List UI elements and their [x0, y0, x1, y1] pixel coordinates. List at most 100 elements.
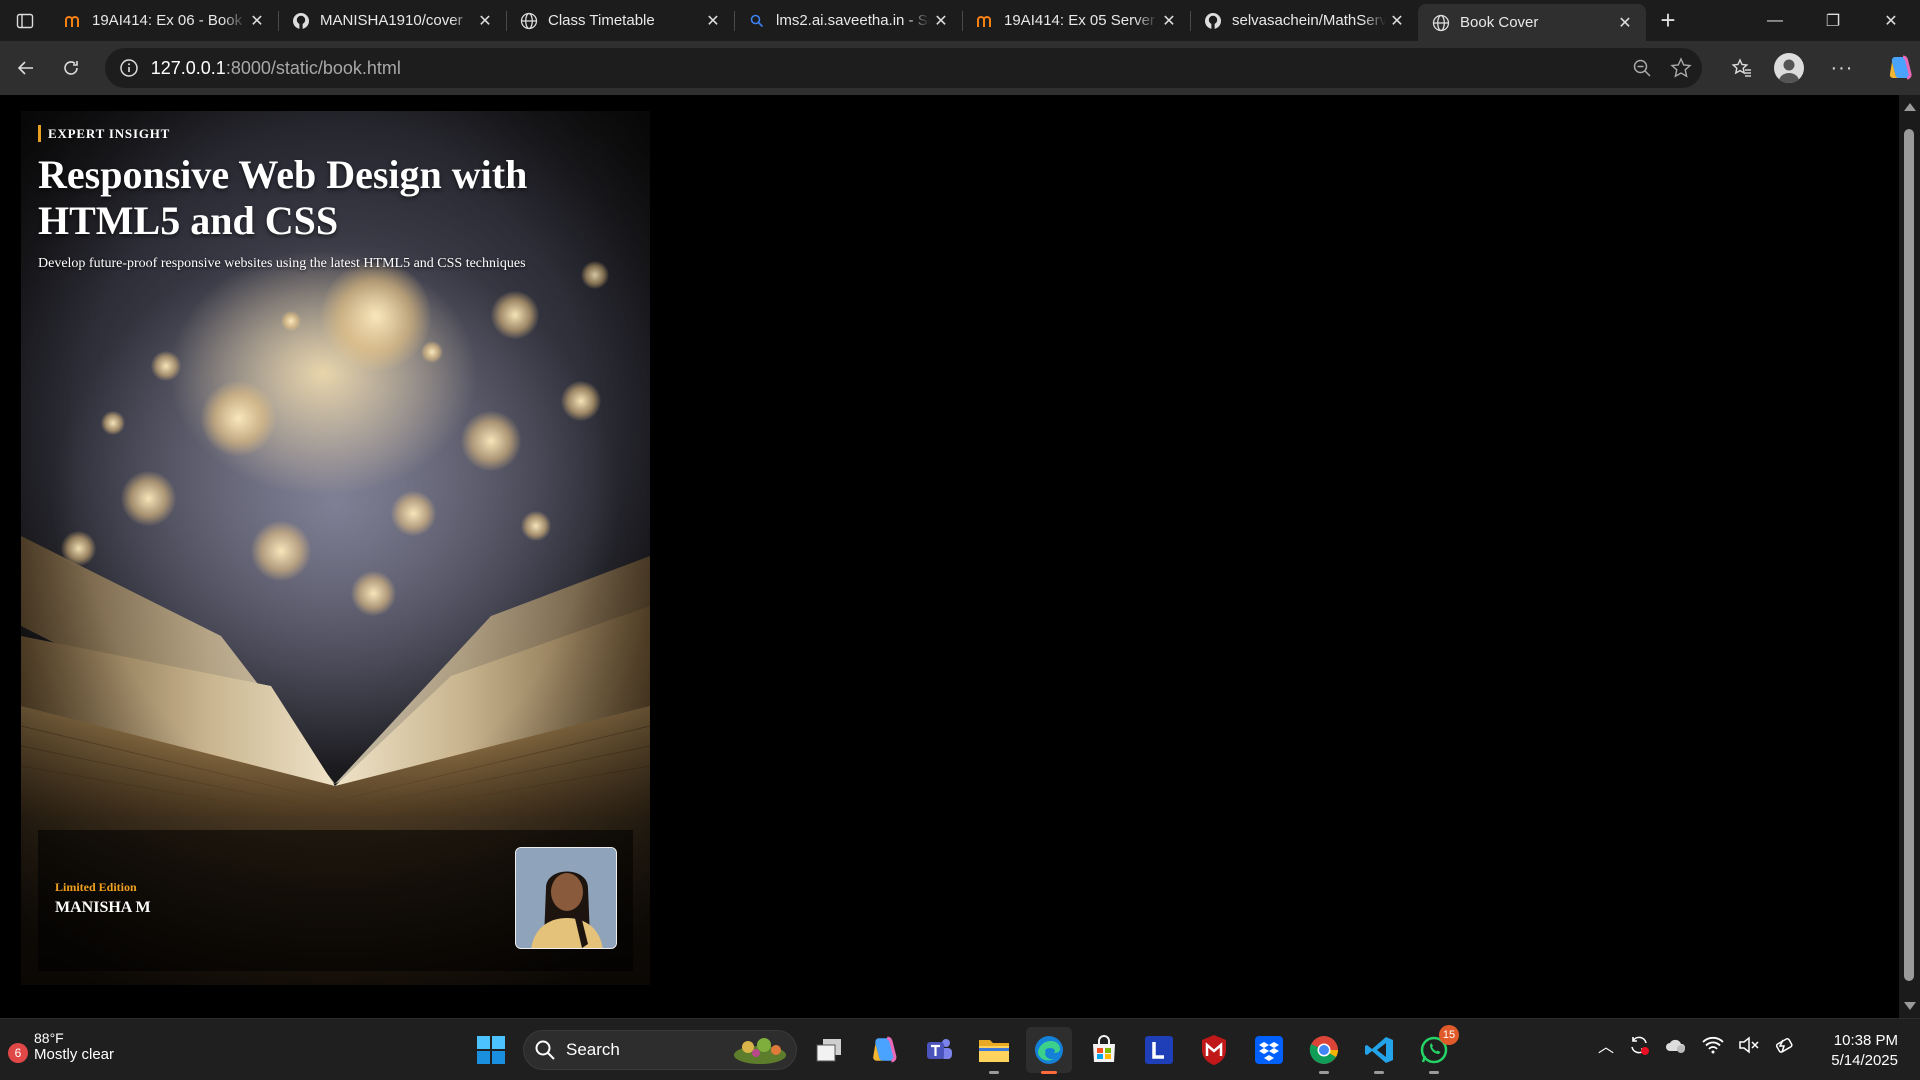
tab-title: 19AI414: Ex 05 Server S	[1004, 12, 1158, 29]
weather-widget[interactable]: 6 88°F Mostly clear	[8, 1030, 114, 1063]
restore-button[interactable]: ❐	[1804, 0, 1862, 41]
show-hidden-icons-chevron-icon[interactable]: ︿	[1598, 1033, 1614, 1057]
whatsapp-button[interactable]: 15	[1411, 1025, 1459, 1074]
store-icon	[1093, 1035, 1115, 1062]
moodle-icon	[976, 12, 994, 30]
profile-icon	[1778, 59, 1799, 83]
github-icon	[292, 12, 310, 30]
onedrive-icon[interactable]	[1664, 1035, 1688, 1055]
book-title: Responsive Web Design with HTML5 and CSS	[38, 152, 638, 244]
battery-charging-icon[interactable]	[1774, 1034, 1796, 1056]
page-scrollbar[interactable]	[1899, 95, 1920, 1018]
favorite-star-icon[interactable]	[1670, 57, 1692, 79]
task-view-button[interactable]	[806, 1027, 852, 1073]
taskbar-search[interactable]: Search	[523, 1030, 797, 1070]
close-icon[interactable]: ✕	[1158, 10, 1180, 32]
system-clock[interactable]: 10:38 PM 5/14/2025	[1831, 1031, 1898, 1071]
close-icon[interactable]: ✕	[474, 10, 496, 32]
refresh-button[interactable]	[51, 48, 90, 88]
edge-taskbar-button[interactable]	[1026, 1027, 1072, 1074]
author-photo	[515, 847, 617, 949]
mcafee-button[interactable]	[1191, 1027, 1237, 1073]
search-highlight-icon	[734, 1038, 786, 1064]
chrome-button[interactable]	[1301, 1027, 1347, 1074]
minimize-button[interactable]: —	[1746, 0, 1804, 41]
plus-icon: +	[1660, 5, 1676, 35]
weather-temperature: 88°F	[34, 1030, 64, 1046]
tab-title: MANISHA1910/cover	[320, 12, 463, 29]
clock-time: 10:38 PM	[1833, 1032, 1898, 1049]
back-arrow-icon	[17, 61, 33, 75]
volume-muted-icon[interactable]	[1738, 1036, 1760, 1054]
wifi-icon[interactable]	[1702, 1036, 1724, 1054]
copilot-taskbar-button[interactable]	[861, 1027, 907, 1073]
moodle-icon	[64, 12, 82, 30]
author-portrait	[516, 848, 616, 948]
tab-ex06-book[interactable]: 19AI414: Ex 06 - Book F ✕	[50, 0, 278, 41]
site-info-icon[interactable]	[119, 58, 139, 78]
running-indicator	[1374, 1071, 1384, 1074]
scrollbar-thumb[interactable]	[1904, 129, 1914, 981]
close-icon[interactable]: ✕	[930, 10, 952, 32]
file-explorer-button[interactable]	[971, 1027, 1017, 1074]
teams-icon	[927, 1039, 952, 1059]
tab-strip: 19AI414: Ex 06 - Book F ✕ MANISHA1910/co…	[0, 0, 1920, 41]
refresh-icon	[64, 61, 78, 75]
tab-github-mathserver[interactable]: selvasachein/MathServ ✕	[1190, 0, 1418, 41]
edge-icon	[1035, 1036, 1063, 1064]
l-app-icon	[1145, 1036, 1173, 1064]
close-icon[interactable]: ✕	[1386, 10, 1408, 32]
task-view-icon	[816, 1039, 841, 1062]
vscode-button[interactable]	[1356, 1027, 1402, 1074]
tab-title: Book Cover	[1460, 14, 1539, 31]
scroll-up-arrow-icon[interactable]	[1904, 103, 1916, 111]
address-bar[interactable]: 127.0.0.1:8000/static/book.html	[104, 48, 1702, 88]
close-icon[interactable]: ✕	[1614, 12, 1636, 34]
start-button[interactable]	[468, 1027, 514, 1073]
tab-ex05-server[interactable]: 19AI414: Ex 05 Server S ✕	[962, 0, 1190, 41]
tab-lms-search[interactable]: lms2.ai.saveetha.in - Se ✕	[734, 0, 962, 41]
tab-github-cover[interactable]: MANISHA1910/cover ✕	[278, 0, 506, 41]
vscode-icon	[1365, 1037, 1393, 1063]
copilot-button[interactable]	[1880, 48, 1920, 88]
scroll-down-arrow-icon[interactable]	[1904, 1002, 1916, 1010]
book-cover: EXPERT INSIGHT Responsive Web Design wit…	[21, 111, 650, 985]
chrome-icon	[1309, 1036, 1338, 1064]
more-icon: ···	[1830, 56, 1854, 79]
tab-book-cover[interactable]: Book Cover ✕	[1418, 4, 1646, 41]
settings-menu-button[interactable]: ···	[1822, 48, 1862, 88]
series-accent-bar	[38, 125, 41, 142]
cover-text-block: EXPERT INSIGHT Responsive Web Design wit…	[38, 125, 638, 272]
clock-date: 5/14/2025	[1831, 1052, 1898, 1069]
dropbox-button[interactable]	[1246, 1027, 1292, 1073]
dropbox-icon	[1255, 1036, 1283, 1064]
search-label: Search	[566, 1040, 620, 1059]
running-indicator	[1319, 1071, 1329, 1074]
l-app-button[interactable]	[1136, 1027, 1182, 1073]
github-icon	[1204, 12, 1222, 30]
running-indicator	[989, 1071, 999, 1074]
copilot-icon	[1889, 55, 1912, 80]
new-tab-button[interactable]: +	[1646, 0, 1690, 41]
weather-alert-badge: 6	[8, 1042, 28, 1063]
url-path: :8000/static/book.html	[225, 57, 401, 78]
copilot-icon	[873, 1036, 897, 1063]
favorites-button[interactable]	[1722, 48, 1762, 88]
close-icon[interactable]: ✕	[246, 10, 268, 32]
close-icon[interactable]: ✕	[702, 10, 724, 32]
teams-button[interactable]	[916, 1027, 962, 1073]
profile-avatar[interactable]	[1773, 53, 1804, 83]
tab-title: lms2.ai.saveetha.in - Se	[776, 12, 930, 29]
sync-icon[interactable]	[1628, 1034, 1650, 1056]
restore-icon: ❐	[1825, 12, 1841, 30]
search-icon	[535, 1040, 555, 1060]
back-button[interactable]	[6, 48, 45, 88]
microsoft-store-button[interactable]	[1081, 1027, 1127, 1073]
windows-taskbar: 6 88°F Mostly clear Search 15 ︿ 10:38 PM…	[0, 1018, 1920, 1080]
close-window-button[interactable]: ✕	[1862, 0, 1920, 41]
series-text: EXPERT INSIGHT	[48, 125, 171, 141]
windows-logo-icon	[477, 1036, 505, 1064]
tab-actions-button[interactable]	[0, 0, 50, 41]
tab-class-timetable[interactable]: Class Timetable ✕	[506, 0, 734, 41]
zoom-out-icon[interactable]	[1632, 58, 1652, 78]
